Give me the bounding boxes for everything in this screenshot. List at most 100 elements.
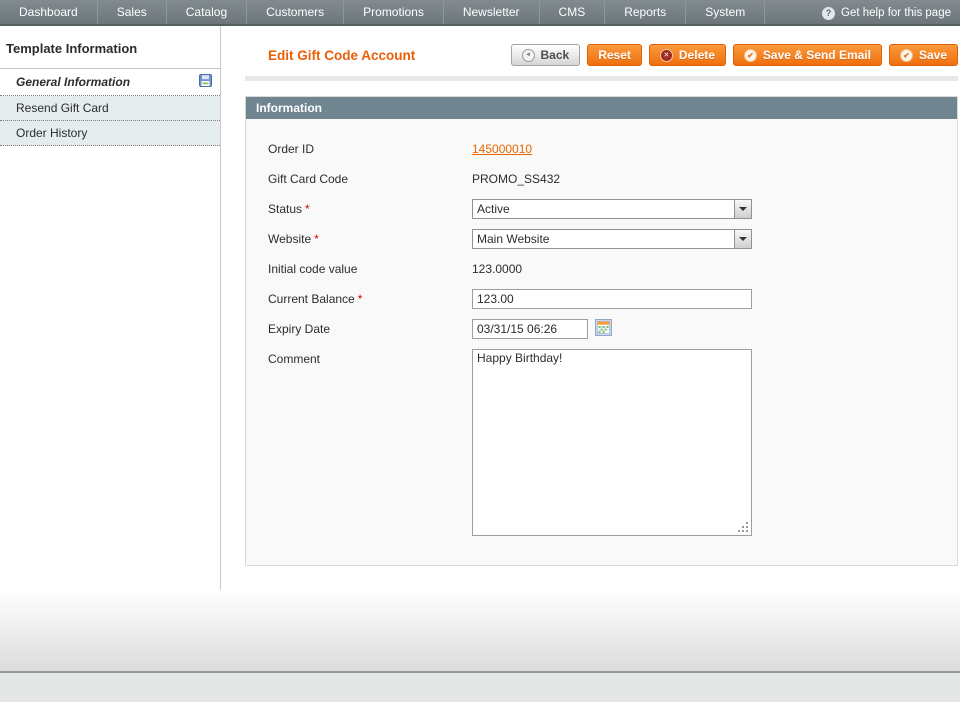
page-title: Edit Gift Code Account — [268, 48, 415, 63]
information-panel: Information Order ID145000010Gift Card C… — [245, 96, 958, 566]
chevron-down-icon — [739, 207, 747, 211]
sidebar: Template Information General Information… — [0, 26, 221, 590]
nav-tab-label: Newsletter — [463, 5, 520, 19]
main-panel: Edit Gift Code Account Back Reset Delete… — [221, 26, 960, 590]
sidebar-item-order-history[interactable]: Order History — [0, 121, 220, 146]
sidebar-item-label: Order History — [16, 126, 87, 140]
chevron-down-icon — [739, 237, 747, 241]
nav-tab-reports[interactable]: Reports — [605, 0, 686, 24]
sidebar-item-resend-gift-card[interactable]: Resend Gift Card — [0, 96, 220, 121]
field-label-status: Status* — [246, 199, 472, 219]
initial-code-value-value: 123.0000 — [472, 259, 522, 279]
page-fade — [0, 590, 960, 671]
form-row-comment: CommentHappy Birthday! — [246, 349, 957, 539]
dropdown-button[interactable] — [734, 230, 751, 248]
field-label-initial-code-value: Initial code value — [246, 259, 472, 279]
top-nav: Dashboard Sales Catalog Customers Promotions… — [0, 0, 960, 26]
field-label-order-id: Order ID — [246, 139, 472, 159]
dropdown-button[interactable] — [734, 200, 751, 218]
form-row-current-balance: Current Balance* — [246, 289, 957, 309]
footer-bar — [0, 673, 960, 702]
comment-textarea[interactable]: Happy Birthday! — [472, 349, 752, 536]
form-row-initial-code-value: Initial code value123.0000 — [246, 259, 957, 279]
nav-tab-cms[interactable]: CMS — [540, 0, 606, 24]
nav-tab-sales[interactable]: Sales — [98, 0, 167, 24]
back-button[interactable]: Back — [511, 44, 581, 66]
order-id-link[interactable]: 145000010 — [472, 142, 532, 156]
current-balance-input[interactable] — [472, 289, 752, 309]
sidebar-item-general-information[interactable]: General Information — [0, 69, 220, 96]
reset-button-label: Reset — [598, 48, 631, 62]
nav-tab-promotions[interactable]: Promotions — [344, 0, 444, 24]
nav-tab-customers[interactable]: Customers — [247, 0, 344, 24]
field-value-area-gift-card-code: PROMO_SS432 — [472, 169, 560, 189]
question-circle-icon: ? — [822, 7, 835, 20]
back-button-label: Back — [541, 48, 570, 62]
save-button[interactable]: Save — [889, 44, 958, 66]
nav-tab-label: Reports — [624, 5, 666, 19]
form-row-website: Website*Main Website — [246, 229, 957, 249]
nav-tab-catalog[interactable]: Catalog — [167, 0, 247, 24]
help-link[interactable]: ? Get help for this page — [822, 0, 951, 26]
nav-tab-label: Sales — [117, 5, 147, 19]
status-select-value: Active — [473, 200, 734, 218]
toolbar: Back Reset Delete Save & Send Email Save — [511, 44, 958, 66]
nav-tab-label: Dashboard — [19, 5, 78, 19]
status-select[interactable]: Active — [472, 199, 752, 219]
gift-card-code-value: PROMO_SS432 — [472, 169, 560, 189]
help-label: Get help for this page — [841, 7, 951, 19]
delete-button-label: Delete — [679, 48, 715, 62]
reset-button[interactable]: Reset — [587, 44, 642, 66]
nav-tab-dashboard[interactable]: Dashboard — [0, 0, 98, 24]
field-label-expiry-date: Expiry Date — [246, 319, 472, 339]
form-row-status: Status*Active — [246, 199, 957, 219]
field-value-area-order-id: 145000010 — [472, 142, 532, 156]
back-arrow-icon — [522, 49, 535, 62]
panel-body: Order ID145000010Gift Card CodePROMO_SS4… — [246, 119, 957, 565]
save-send-email-button[interactable]: Save & Send Email — [733, 44, 882, 66]
sidebar-item-label: Resend Gift Card — [16, 101, 109, 115]
required-asterisk: * — [358, 292, 363, 306]
field-value-area-status: Active — [472, 199, 752, 219]
sidebar-item-label: General Information — [16, 75, 130, 89]
sidebar-title: Template Information — [0, 26, 220, 69]
field-label-website: Website* — [246, 229, 472, 249]
form-row-expiry-date: Expiry Date — [246, 319, 957, 339]
field-value-area-initial-code-value: 123.0000 — [472, 259, 522, 279]
save-send-email-label: Save & Send Email — [763, 48, 871, 62]
field-value-area-expiry-date — [472, 319, 614, 339]
calendar-icon — [595, 319, 612, 339]
checkmark-icon — [900, 49, 913, 62]
delete-button[interactable]: Delete — [649, 44, 726, 66]
required-asterisk: * — [305, 202, 310, 216]
sidebar-items: General Information Resend Gift Card Order… — [0, 69, 220, 146]
content-area: Template Information General Information… — [0, 26, 960, 590]
nav-tab-label: CMS — [559, 5, 586, 19]
delete-x-icon — [660, 49, 673, 62]
nav-tab-label: System — [705, 5, 745, 19]
nav-tab-label: Customers — [266, 5, 324, 19]
panel-header: Information — [246, 97, 957, 119]
form-row-order-id: Order ID145000010 — [246, 139, 957, 159]
field-value-area-comment: Happy Birthday! — [472, 349, 752, 539]
field-value-area-current-balance — [472, 289, 752, 309]
field-label-comment: Comment — [246, 349, 472, 369]
website-select-value: Main Website — [473, 230, 734, 248]
nav-tab-label: Catalog — [186, 5, 227, 19]
top-nav-tabs: Dashboard Sales Catalog Customers Promotions… — [0, 0, 765, 24]
comment-textarea-wrap: Happy Birthday! — [472, 349, 752, 539]
field-value-area-website: Main Website — [472, 229, 752, 249]
website-select[interactable]: Main Website — [472, 229, 752, 249]
checkmark-icon — [744, 49, 757, 62]
nav-tab-label: Promotions — [363, 5, 424, 19]
calendar-button[interactable] — [595, 320, 614, 339]
resize-handle-icon[interactable] — [746, 530, 748, 532]
save-button-label: Save — [919, 48, 947, 62]
nav-tab-system[interactable]: System — [686, 0, 765, 24]
title-row: Edit Gift Code Account Back Reset Delete… — [221, 26, 960, 66]
expiry-date-input[interactable] — [472, 319, 588, 339]
field-label-current-balance: Current Balance* — [246, 289, 472, 309]
field-label-gift-card-code: Gift Card Code — [246, 169, 472, 189]
nav-tab-newsletter[interactable]: Newsletter — [444, 0, 540, 24]
required-asterisk: * — [314, 232, 319, 246]
